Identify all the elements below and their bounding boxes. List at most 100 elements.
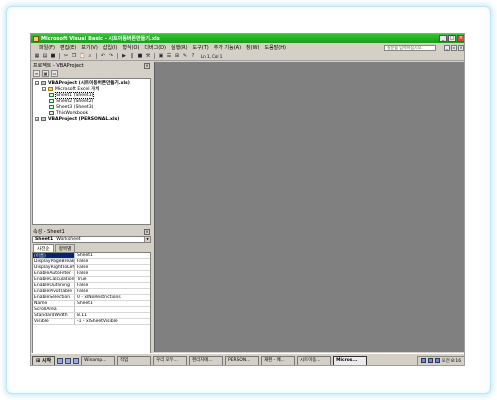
property-value[interactable]: Sheet1 xyxy=(75,253,93,258)
quick-launch-media-icon[interactable] xyxy=(73,357,80,364)
tree-item[interactable]: + VBAProject (PERSONAL.xls) xyxy=(35,116,148,122)
properties-tabs: 사전순 항목별 xyxy=(33,244,76,252)
toggle-folders-icon[interactable]: ▭ xyxy=(51,70,58,77)
undo-icon[interactable]: ↶ xyxy=(100,53,106,59)
property-value[interactable]: 0 - xlNoRestrictions xyxy=(75,295,121,300)
menu-item-4[interactable]: 형식(O) xyxy=(122,44,139,51)
taskbar-button[interactable]: 작업 xyxy=(117,355,152,365)
menu-item-5[interactable]: 디버그(D) xyxy=(144,44,166,51)
menu-item-6[interactable]: 실행(R) xyxy=(171,44,188,51)
help-icon[interactable]: ? xyxy=(190,53,196,59)
object-browser-icon[interactable]: ⊞ xyxy=(174,53,180,59)
project-explorer-icon[interactable]: ▣ xyxy=(158,53,164,59)
property-value[interactable]: Sheet1 xyxy=(75,301,93,306)
object-name: Sheet1 xyxy=(35,237,54,242)
taskbar-button[interactable]: 재편 - 메... xyxy=(261,355,296,365)
sheet-icon xyxy=(49,105,54,109)
menu-item-2[interactable]: 보기(V) xyxy=(81,44,98,51)
run-icon[interactable]: ▶ xyxy=(121,53,127,59)
vb-app-icon xyxy=(33,35,39,42)
close-icon[interactable]: × xyxy=(144,62,150,69)
tree-item-label: ThisWorkbook xyxy=(56,110,89,116)
tree-item-label: Sheet1 (Sheet1) xyxy=(54,91,95,99)
quick-launch-browser-icon[interactable] xyxy=(65,357,72,364)
properties-window-icon[interactable]: ☰ xyxy=(166,53,172,59)
quick-launch-desktop-icon[interactable] xyxy=(57,357,64,364)
property-name: EnableAutoFilter xyxy=(33,271,75,276)
system-tray: 오전 8:16 xyxy=(416,355,464,365)
menu-item-3[interactable]: 삽입(I) xyxy=(103,44,118,51)
break-icon[interactable]: ‖ xyxy=(129,53,135,59)
view-object-icon[interactable]: ▦ xyxy=(42,70,49,77)
mdi-minimize-button[interactable]: _ xyxy=(444,44,450,51)
save-icon[interactable]: ■ xyxy=(50,53,56,59)
cursor-position: Ln 1, Col 1 xyxy=(201,53,223,59)
view-code-icon[interactable]: ≡ xyxy=(33,70,40,77)
property-value[interactable]: False xyxy=(75,283,88,288)
property-row[interactable]: Visible -1 - xlSheetVisible xyxy=(33,319,150,325)
property-value[interactable]: True xyxy=(75,277,87,282)
object-select[interactable]: Sheet1 Worksheet ▼ xyxy=(32,236,151,243)
expand-toggle-icon[interactable]: − xyxy=(42,87,46,91)
sheet-icon xyxy=(49,99,54,103)
tree-item-label: Sheet2 (Sheet2) xyxy=(56,98,94,104)
property-value[interactable]: False xyxy=(75,271,88,276)
tab-alphabetic[interactable]: 사전순 xyxy=(33,244,54,252)
menu-item-7[interactable]: 도구(T) xyxy=(193,44,209,51)
property-value[interactable]: 8.11 xyxy=(75,313,87,318)
property-value[interactable] xyxy=(75,307,77,312)
paste-icon[interactable]: 📋 xyxy=(79,53,85,59)
cut-icon[interactable]: ✂ xyxy=(63,53,69,59)
project-icon xyxy=(41,81,46,85)
sheet-icon xyxy=(49,111,54,115)
insert-module-icon[interactable]: ▤ xyxy=(42,53,48,59)
window-controls: _ □ × xyxy=(439,35,464,42)
property-name: DisplayRightToLeft xyxy=(34,265,75,270)
expand-toggle-icon[interactable]: − xyxy=(35,81,39,85)
menu-item-10[interactable]: 도움말(H) xyxy=(264,44,285,51)
taskbar-button[interactable]: PERSON... xyxy=(225,355,260,365)
property-value[interactable]: False xyxy=(75,259,88,264)
mdi-restore-button[interactable]: ▫ xyxy=(451,44,457,51)
menu-item-0[interactable]: 파일(F) xyxy=(39,44,55,51)
reset-icon[interactable]: ■ xyxy=(137,53,143,59)
property-value[interactable]: False xyxy=(75,289,88,294)
expand-toggle-icon[interactable]: + xyxy=(35,117,39,121)
property-name: Name xyxy=(33,301,75,306)
close-icon[interactable]: × xyxy=(144,228,150,235)
redo-icon[interactable]: ↷ xyxy=(108,53,114,59)
find-icon[interactable]: ⌕ xyxy=(87,53,93,59)
chevron-down-icon[interactable]: ▼ xyxy=(144,237,150,242)
window-title-bar[interactable]: Microsoft Visual Basic - 시트이동버튼만들기.xls _… xyxy=(31,34,464,43)
help-search-input[interactable]: 질문을 입력하십시오. xyxy=(384,44,436,51)
ime-icon[interactable] xyxy=(434,358,440,363)
taskbar-button[interactable]: 시트이동... xyxy=(297,355,332,365)
property-value[interactable]: -1 - xlSheetVisible xyxy=(75,319,118,324)
close-button[interactable]: × xyxy=(457,35,464,42)
taskbar-button[interactable]: Winamp... xyxy=(81,355,116,365)
property-name: EnablePivotTable xyxy=(33,289,75,294)
code-workspace[interactable] xyxy=(154,62,464,352)
project-pane-toolbar: ≡ ▦ ▭ xyxy=(31,69,151,78)
network-icon[interactable] xyxy=(427,358,433,363)
menu-item-9[interactable]: 창(W) xyxy=(246,44,259,51)
tab-categorized[interactable]: 항목별 xyxy=(54,244,76,252)
minimize-button[interactable]: _ xyxy=(439,35,447,42)
volume-icon[interactable] xyxy=(420,358,426,363)
menu-item-8[interactable]: 추가 기능(A) xyxy=(214,44,241,51)
tree-item-label: VBAProject (PERSONAL.xls) xyxy=(48,116,120,122)
object-type: Worksheet xyxy=(56,237,81,242)
maximize-button[interactable]: □ xyxy=(448,35,456,42)
taskbar-button[interactable]: 우리 모두... xyxy=(153,355,188,365)
mdi-close-button[interactable]: × xyxy=(458,44,464,51)
taskbar-button[interactable]: 편리지에... xyxy=(189,355,224,365)
copy-icon[interactable]: ❐ xyxy=(71,53,77,59)
property-value[interactable]: False xyxy=(75,265,88,270)
start-button[interactable]: ⊞ 시작 xyxy=(32,355,56,365)
excel-icon[interactable]: ▦ xyxy=(34,53,40,59)
menu-item-1[interactable]: 편집(E) xyxy=(60,44,76,51)
toolbox-icon[interactable]: ✎ xyxy=(182,53,188,59)
taskbar-button[interactable]: Micros... xyxy=(333,355,368,365)
tree-item-label: Sheet3 (Sheet3) xyxy=(56,104,94,110)
design-mode-icon[interactable]: ⚒ xyxy=(145,53,151,59)
